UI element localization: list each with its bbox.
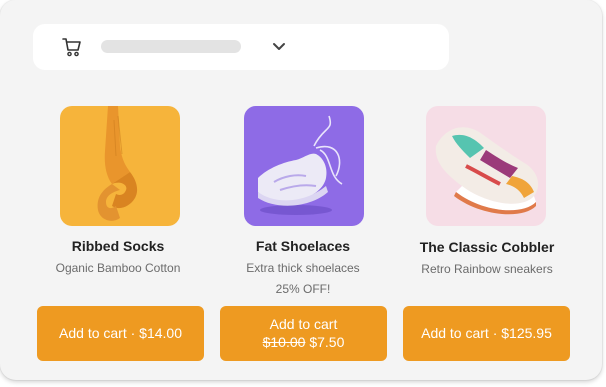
add-to-cart-button-shoelaces[interactable]: Add to cart $10.00 $7.50 [220,306,387,361]
product-image-cobbler[interactable] [426,106,546,226]
promo-text: 25% OFF! [275,282,331,296]
product-card-panel: Ribbed Socks Oganic Bamboo Cotton Add to… [0,0,602,380]
add-to-cart-label: Add to cart · $125.95 [421,325,552,341]
sneaker-illustration [435,127,539,215]
product-name: Ribbed Socks [71,238,165,254]
product-description: Retro Rainbow sneakers [421,262,553,276]
product-name: The Classic Cobbler [419,239,555,255]
product-name: Fat Shoelaces [255,238,351,254]
shopping-cart-icon[interactable] [62,36,82,58]
add-to-cart-label: Add to cart [269,316,338,332]
cart-select-bar[interactable] [33,24,449,70]
product-image-shoelaces[interactable] [244,106,364,226]
price-line: $10.00 $7.50 [220,333,387,351]
placeholder-skeleton-bar [101,40,241,53]
sneaker-illustration [258,115,343,215]
product-description: Oganic Bamboo Cotton [55,261,181,275]
product-image-socks[interactable] [60,106,180,226]
old-price: $10.00 [262,334,306,350]
chevron-down-icon[interactable] [271,40,287,54]
new-price: $7.50 [309,334,345,350]
add-to-cart-label: Add to cart · $14.00 [59,325,182,341]
add-to-cart-button-socks[interactable]: Add to cart · $14.00 [37,306,204,361]
socks-illustration [97,106,138,221]
product-description: Extra thick shoelaces [246,261,360,275]
add-to-cart-button-cobbler[interactable]: Add to cart · $125.95 [403,306,570,361]
